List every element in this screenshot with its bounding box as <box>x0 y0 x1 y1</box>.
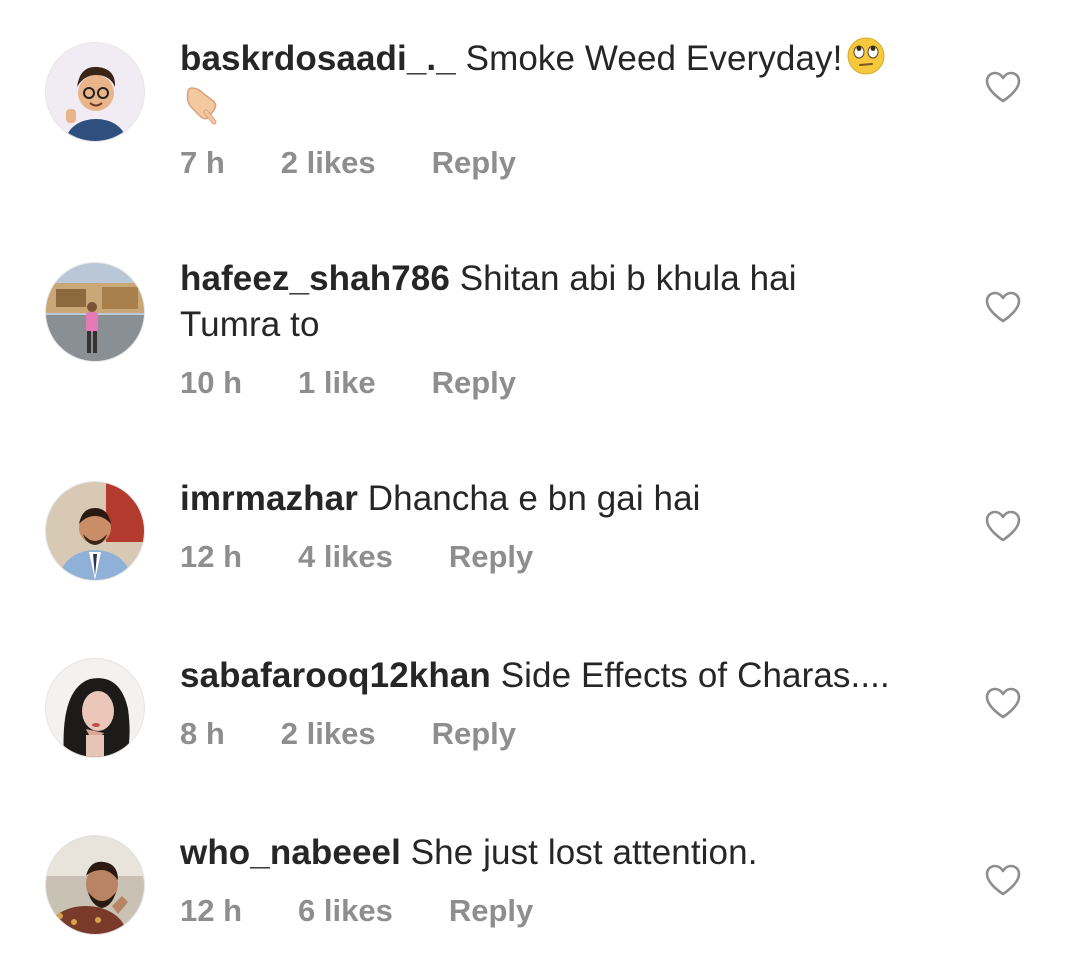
comment-text: Side Effects of Charas.... <box>500 656 890 695</box>
comment-time: 10 h <box>180 365 243 400</box>
heart-outline-icon[interactable] <box>984 686 1022 720</box>
comment-username[interactable]: who_nabeeel <box>180 833 401 872</box>
comment-meta: 7 h 2 likes Reply <box>180 145 516 181</box>
face-with-rolling-eyes-emoji <box>846 36 886 76</box>
comment-body: imrmazhar Dhancha e bn gai hai <box>180 476 940 522</box>
comment-meta: 12 h 4 likes Reply <box>180 539 533 575</box>
comment-likes[interactable]: 6 likes <box>298 893 393 929</box>
comment-body: sabafarooq12khan Side Effects of Charas.… <box>180 653 940 699</box>
reply-button[interactable]: Reply <box>432 716 516 752</box>
avatar[interactable] <box>45 835 145 935</box>
reply-button[interactable]: Reply <box>449 893 533 929</box>
comment-time: 8 h <box>180 716 225 751</box>
reply-button[interactable]: Reply <box>432 145 516 181</box>
avatar-image <box>46 43 144 141</box>
reply-button[interactable]: Reply <box>449 539 533 575</box>
comment-likes[interactable]: 4 likes <box>298 539 393 575</box>
comment-text: She just lost attention. <box>410 833 758 872</box>
avatar[interactable] <box>45 42 145 142</box>
comment-meta: 12 h 6 likes Reply <box>180 893 533 929</box>
avatar[interactable] <box>45 481 145 581</box>
comment-text: Smoke Weed Everyday! <box>465 39 843 78</box>
comment-time: 12 h <box>180 893 243 928</box>
comment-text: Dhancha e bn gai hai <box>367 479 701 518</box>
avatar[interactable] <box>45 262 145 362</box>
comment-username[interactable]: imrmazhar <box>180 479 358 518</box>
avatar-image <box>46 836 144 934</box>
comment-username[interactable]: hafeez_shah786 <box>180 259 450 298</box>
hand-pointing-down-emoji <box>180 82 224 126</box>
heart-outline-icon[interactable] <box>984 509 1022 543</box>
comment-username[interactable]: sabafarooq12khan <box>180 656 491 695</box>
comment-likes[interactable]: 2 likes <box>281 145 376 181</box>
comment-meta: 10 h 1 like Reply <box>180 365 516 401</box>
comment-body: who_nabeeel She just lost attention. <box>180 830 940 876</box>
comment-time: 12 h <box>180 539 243 574</box>
avatar-image <box>46 263 144 361</box>
avatar-image <box>46 659 144 757</box>
heart-outline-icon[interactable] <box>984 863 1022 897</box>
avatar-image <box>46 482 144 580</box>
comment-meta: 8 h 2 likes Reply <box>180 716 516 752</box>
comment-likes[interactable]: 2 likes <box>281 716 376 752</box>
heart-outline-icon[interactable] <box>984 70 1022 104</box>
comment-likes[interactable]: 1 like <box>298 365 376 401</box>
avatar[interactable] <box>45 658 145 758</box>
comment-time: 7 h <box>180 145 225 180</box>
heart-outline-icon[interactable] <box>984 290 1022 324</box>
comment-body: baskrdosaadi_._ Smoke Weed Everyday! <box>180 36 940 126</box>
comment-body: hafeez_shah786 Shitan abi b khula hai Tu… <box>180 256 880 348</box>
comment-username[interactable]: baskrdosaadi_._ <box>180 39 456 78</box>
reply-button[interactable]: Reply <box>432 365 516 401</box>
